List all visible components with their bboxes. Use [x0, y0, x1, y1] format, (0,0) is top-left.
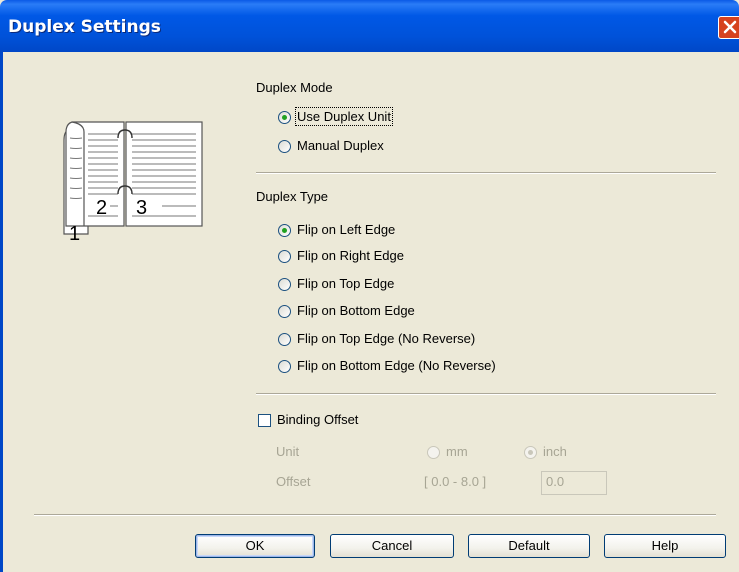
unit-mm-label[interactable]: mm: [446, 444, 468, 459]
unit-label: Unit: [276, 444, 300, 459]
duplex-type-heading: Duplex Type: [256, 189, 329, 204]
unit-inch-label[interactable]: inch: [543, 444, 567, 459]
binding-offset-label[interactable]: Binding Offset: [277, 412, 358, 427]
close-button[interactable]: [718, 16, 739, 39]
radio-unit-mm[interactable]: [427, 446, 440, 459]
page-number-1: 1: [69, 223, 80, 242]
radio-flip-top-edge[interactable]: [278, 278, 291, 291]
close-icon: [723, 20, 737, 34]
radio-flip-bottom-no-reverse[interactable]: [278, 360, 291, 373]
window-title: Duplex Settings: [8, 17, 161, 37]
radio-flip-top-no-reverse[interactable]: [278, 333, 291, 346]
flip-bottom-no-reverse-label[interactable]: Flip on Bottom Edge (No Reverse): [297, 358, 496, 373]
default-button[interactable]: Default: [468, 534, 590, 558]
separator: [34, 514, 716, 516]
cancel-button[interactable]: Cancel: [330, 534, 454, 558]
flip-bottom-edge-label[interactable]: Flip on Bottom Edge: [297, 303, 415, 318]
offset-range: [ 0.0 - 8.0 ]: [424, 474, 487, 489]
duplex-book-icon: 1 2 3: [63, 121, 203, 242]
radio-manual-duplex[interactable]: [278, 140, 291, 153]
offset-label: Offset: [276, 474, 311, 489]
radio-use-duplex-unit[interactable]: [278, 111, 291, 124]
ok-button[interactable]: OK: [195, 534, 315, 558]
title-bar[interactable]: Duplex Settings: [0, 0, 739, 52]
flip-top-edge-label[interactable]: Flip on Top Edge: [297, 276, 394, 291]
binding-offset-checkbox[interactable]: [258, 414, 271, 427]
flip-right-edge-label[interactable]: Flip on Right Edge: [297, 248, 404, 263]
radio-flip-left-edge[interactable]: [278, 224, 291, 237]
flip-left-edge-label[interactable]: Flip on Left Edge: [297, 222, 395, 237]
offset-input[interactable]: 0.0: [541, 471, 607, 495]
radio-unit-inch[interactable]: [524, 446, 537, 459]
separator: [256, 172, 716, 174]
help-button[interactable]: Help: [604, 534, 726, 558]
separator: [256, 393, 716, 395]
manual-duplex-label[interactable]: Manual Duplex: [297, 138, 384, 153]
duplex-mode-heading: Duplex Mode: [256, 80, 333, 95]
radio-flip-right-edge[interactable]: [278, 250, 291, 263]
use-duplex-unit-label[interactable]: Use Duplex Unit: [295, 107, 393, 126]
flip-top-no-reverse-label[interactable]: Flip on Top Edge (No Reverse): [297, 331, 475, 346]
radio-flip-bottom-edge[interactable]: [278, 305, 291, 318]
page-number-2: 2: [96, 197, 107, 219]
page-number-3: 3: [136, 197, 147, 219]
